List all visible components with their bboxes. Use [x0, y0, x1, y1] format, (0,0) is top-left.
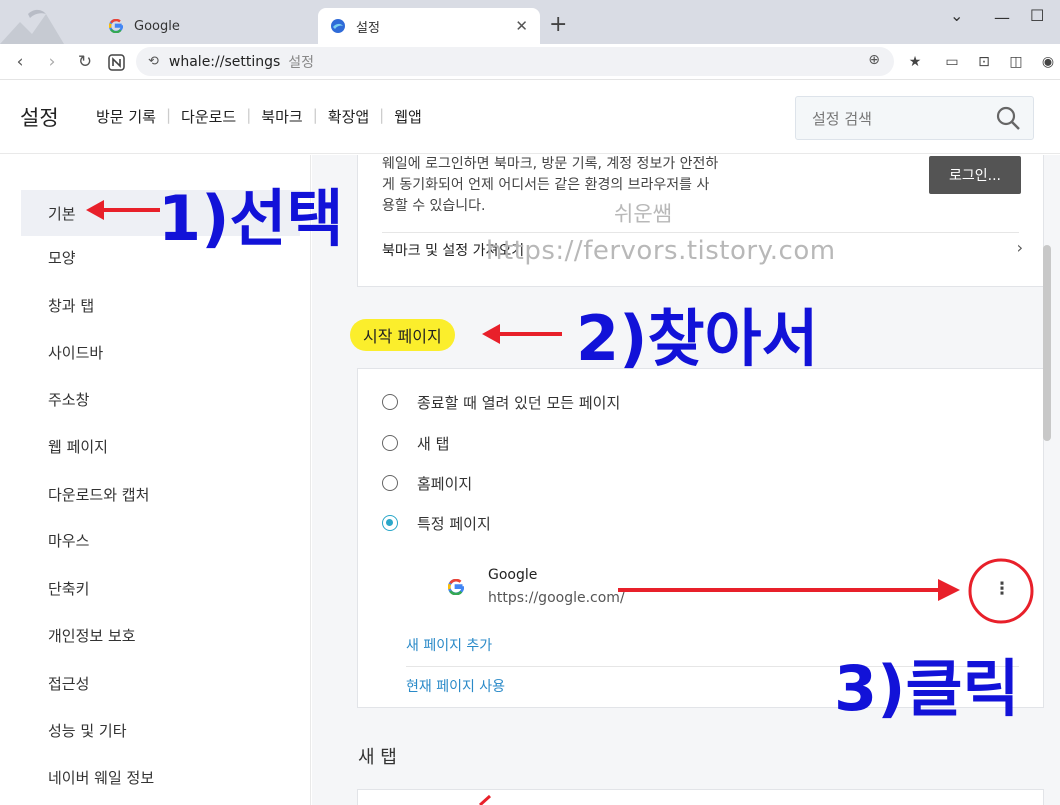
radio-button[interactable] — [382, 394, 398, 410]
address-page-title: 설정 — [288, 54, 315, 71]
forward-icon[interactable]: › — [42, 52, 62, 72]
radio-label: 특정 페이지 — [417, 514, 491, 533]
naver-icon[interactable] — [106, 52, 126, 72]
annotation-step2: 2)찾아서 — [576, 302, 819, 375]
nav-bookmarks[interactable]: 북마크 — [251, 106, 312, 127]
new-tab-icon[interactable]: + — [549, 12, 567, 37]
divider — [382, 232, 1019, 233]
radio-label: 종료할 때 열려 있던 모든 페이지 — [417, 393, 621, 412]
sidebar-item-about[interactable]: 네이버 웨일 정보 — [21, 754, 300, 800]
new-tab-card — [357, 789, 1044, 805]
nav-history[interactable]: 방문 기록 — [96, 106, 166, 127]
settings-nav: 방문 기록 | 다운로드 | 북마크 | 확장앱 | 웹앱 — [96, 106, 432, 127]
watermark-name: 쉬운쌤 — [614, 202, 672, 226]
nav-downloads[interactable]: 다운로드 — [171, 106, 246, 127]
sidebar-item-windows-tabs[interactable]: 창과 탭 — [21, 282, 300, 328]
search-placeholder: 설정 검색 — [812, 109, 872, 128]
capture-icon[interactable]: ⊡ — [974, 52, 994, 72]
sidebar-toggle-icon[interactable]: ◫ — [1006, 52, 1026, 72]
settings-header: 설정 방문 기록 | 다운로드 | 북마크 | 확장앱 | 웹앱 설정 검색 — [0, 80, 1060, 154]
annotation-step1: 1)선택 — [158, 182, 344, 255]
whale-icon — [330, 18, 346, 34]
tab-settings[interactable]: 설정 ✕ — [318, 8, 540, 44]
nav-extensions[interactable]: 확장앱 — [318, 106, 379, 127]
radio-new-tab[interactable]: 새 탭 — [382, 431, 449, 455]
watermark-url: https://fervors.tistory.com — [486, 236, 836, 266]
sidebar-item-address-bar[interactable]: 주소창 — [21, 376, 300, 422]
nav-webapps[interactable]: 웹앱 — [384, 106, 432, 127]
bookmark-star-icon[interactable]: ★ — [905, 52, 925, 72]
chevron-right-icon[interactable]: › — [1017, 238, 1023, 257]
radio-label: 새 탭 — [417, 434, 450, 453]
radio-specific-page[interactable]: 특정 페이지 — [382, 511, 491, 535]
back-icon[interactable]: ‹ — [10, 52, 30, 72]
more-options-icon[interactable]: ⋮ — [994, 579, 1011, 599]
sidebar-item-mouse[interactable]: 마우스 — [21, 517, 300, 563]
start-page-heading: 시작 페이지 — [350, 319, 455, 351]
radio-restore-all[interactable]: 종료할 때 열려 있던 모든 페이지 — [382, 390, 620, 414]
login-button[interactable]: 로그인... — [929, 156, 1021, 194]
sidebar-item-web-page[interactable]: 웹 페이지 — [21, 423, 300, 469]
whale-secure-icon: ⟲ — [148, 54, 159, 69]
radio-button[interactable] — [382, 475, 398, 491]
reload-icon[interactable]: ↻ — [75, 52, 95, 72]
tab-strip: Google 설정 ✕ + ⌄ — ☐ — [0, 0, 1060, 44]
radio-button-checked[interactable] — [382, 515, 398, 531]
annotation-step3: 3)클릭 — [834, 652, 1020, 725]
chevron-down-icon[interactable]: ⌄ — [950, 6, 963, 25]
sidebar-item-download-capture[interactable]: 다운로드와 캡처 — [21, 471, 300, 517]
whale-logo-icon — [0, 9, 64, 44]
sidebar-item-shortcuts[interactable]: 단축키 — [21, 565, 300, 611]
close-icon[interactable]: ✕ — [515, 17, 528, 35]
tab-google[interactable]: Google — [96, 8, 312, 44]
video-icon[interactable]: ▭ — [942, 52, 962, 72]
browser-toolbar: ‹ › ↻ ⟲ whale://settings 설정 ⊕ ★ ▭ ⊡ ◫ ◉ — [0, 44, 1060, 80]
scrollbar[interactable] — [1043, 245, 1051, 441]
site-name: Google — [488, 567, 538, 583]
zoom-icon[interactable]: ⊕ — [868, 52, 880, 68]
radio-button[interactable] — [382, 435, 398, 451]
radio-homepage[interactable]: 홈페이지 — [382, 471, 472, 495]
settings-search-input[interactable]: 설정 검색 — [795, 96, 1034, 140]
sidebar-item-sidebar[interactable]: 사이드바 — [21, 329, 300, 375]
radio-label: 홈페이지 — [417, 474, 473, 493]
sidebar-item-performance[interactable]: 성능 및 기타 — [21, 707, 300, 753]
login-card: 웨일에 로그인하면 북마크, 방문 기록, 계정 정보가 안전하게 동기화되어 … — [357, 155, 1044, 287]
google-g-icon — [447, 578, 465, 596]
address-bar[interactable]: ⟲ whale://settings 설정 ⊕ — [136, 47, 894, 76]
profile-icon[interactable]: ◉ — [1038, 52, 1058, 72]
search-icon[interactable] — [995, 105, 1021, 135]
maximize-icon[interactable]: ☐ — [1030, 6, 1044, 25]
site-url: https://google.com/ — [488, 590, 625, 606]
tab-label: Google — [134, 18, 180, 34]
tab-label: 설정 — [356, 20, 380, 36]
page-title: 설정 — [20, 106, 59, 130]
sidebar-item-accessibility[interactable]: 접근성 — [21, 660, 300, 706]
address-url: whale://settings — [168, 53, 281, 70]
google-g-icon — [108, 18, 124, 34]
new-tab-heading: 새 탭 — [358, 747, 397, 768]
sidebar-item-privacy[interactable]: 개인정보 보호 — [21, 612, 300, 658]
add-page-link[interactable]: 새 페이지 추가 — [406, 635, 492, 655]
use-current-page-link[interactable]: 현재 페이지 사용 — [406, 676, 505, 696]
minimize-icon[interactable]: — — [994, 8, 1010, 27]
